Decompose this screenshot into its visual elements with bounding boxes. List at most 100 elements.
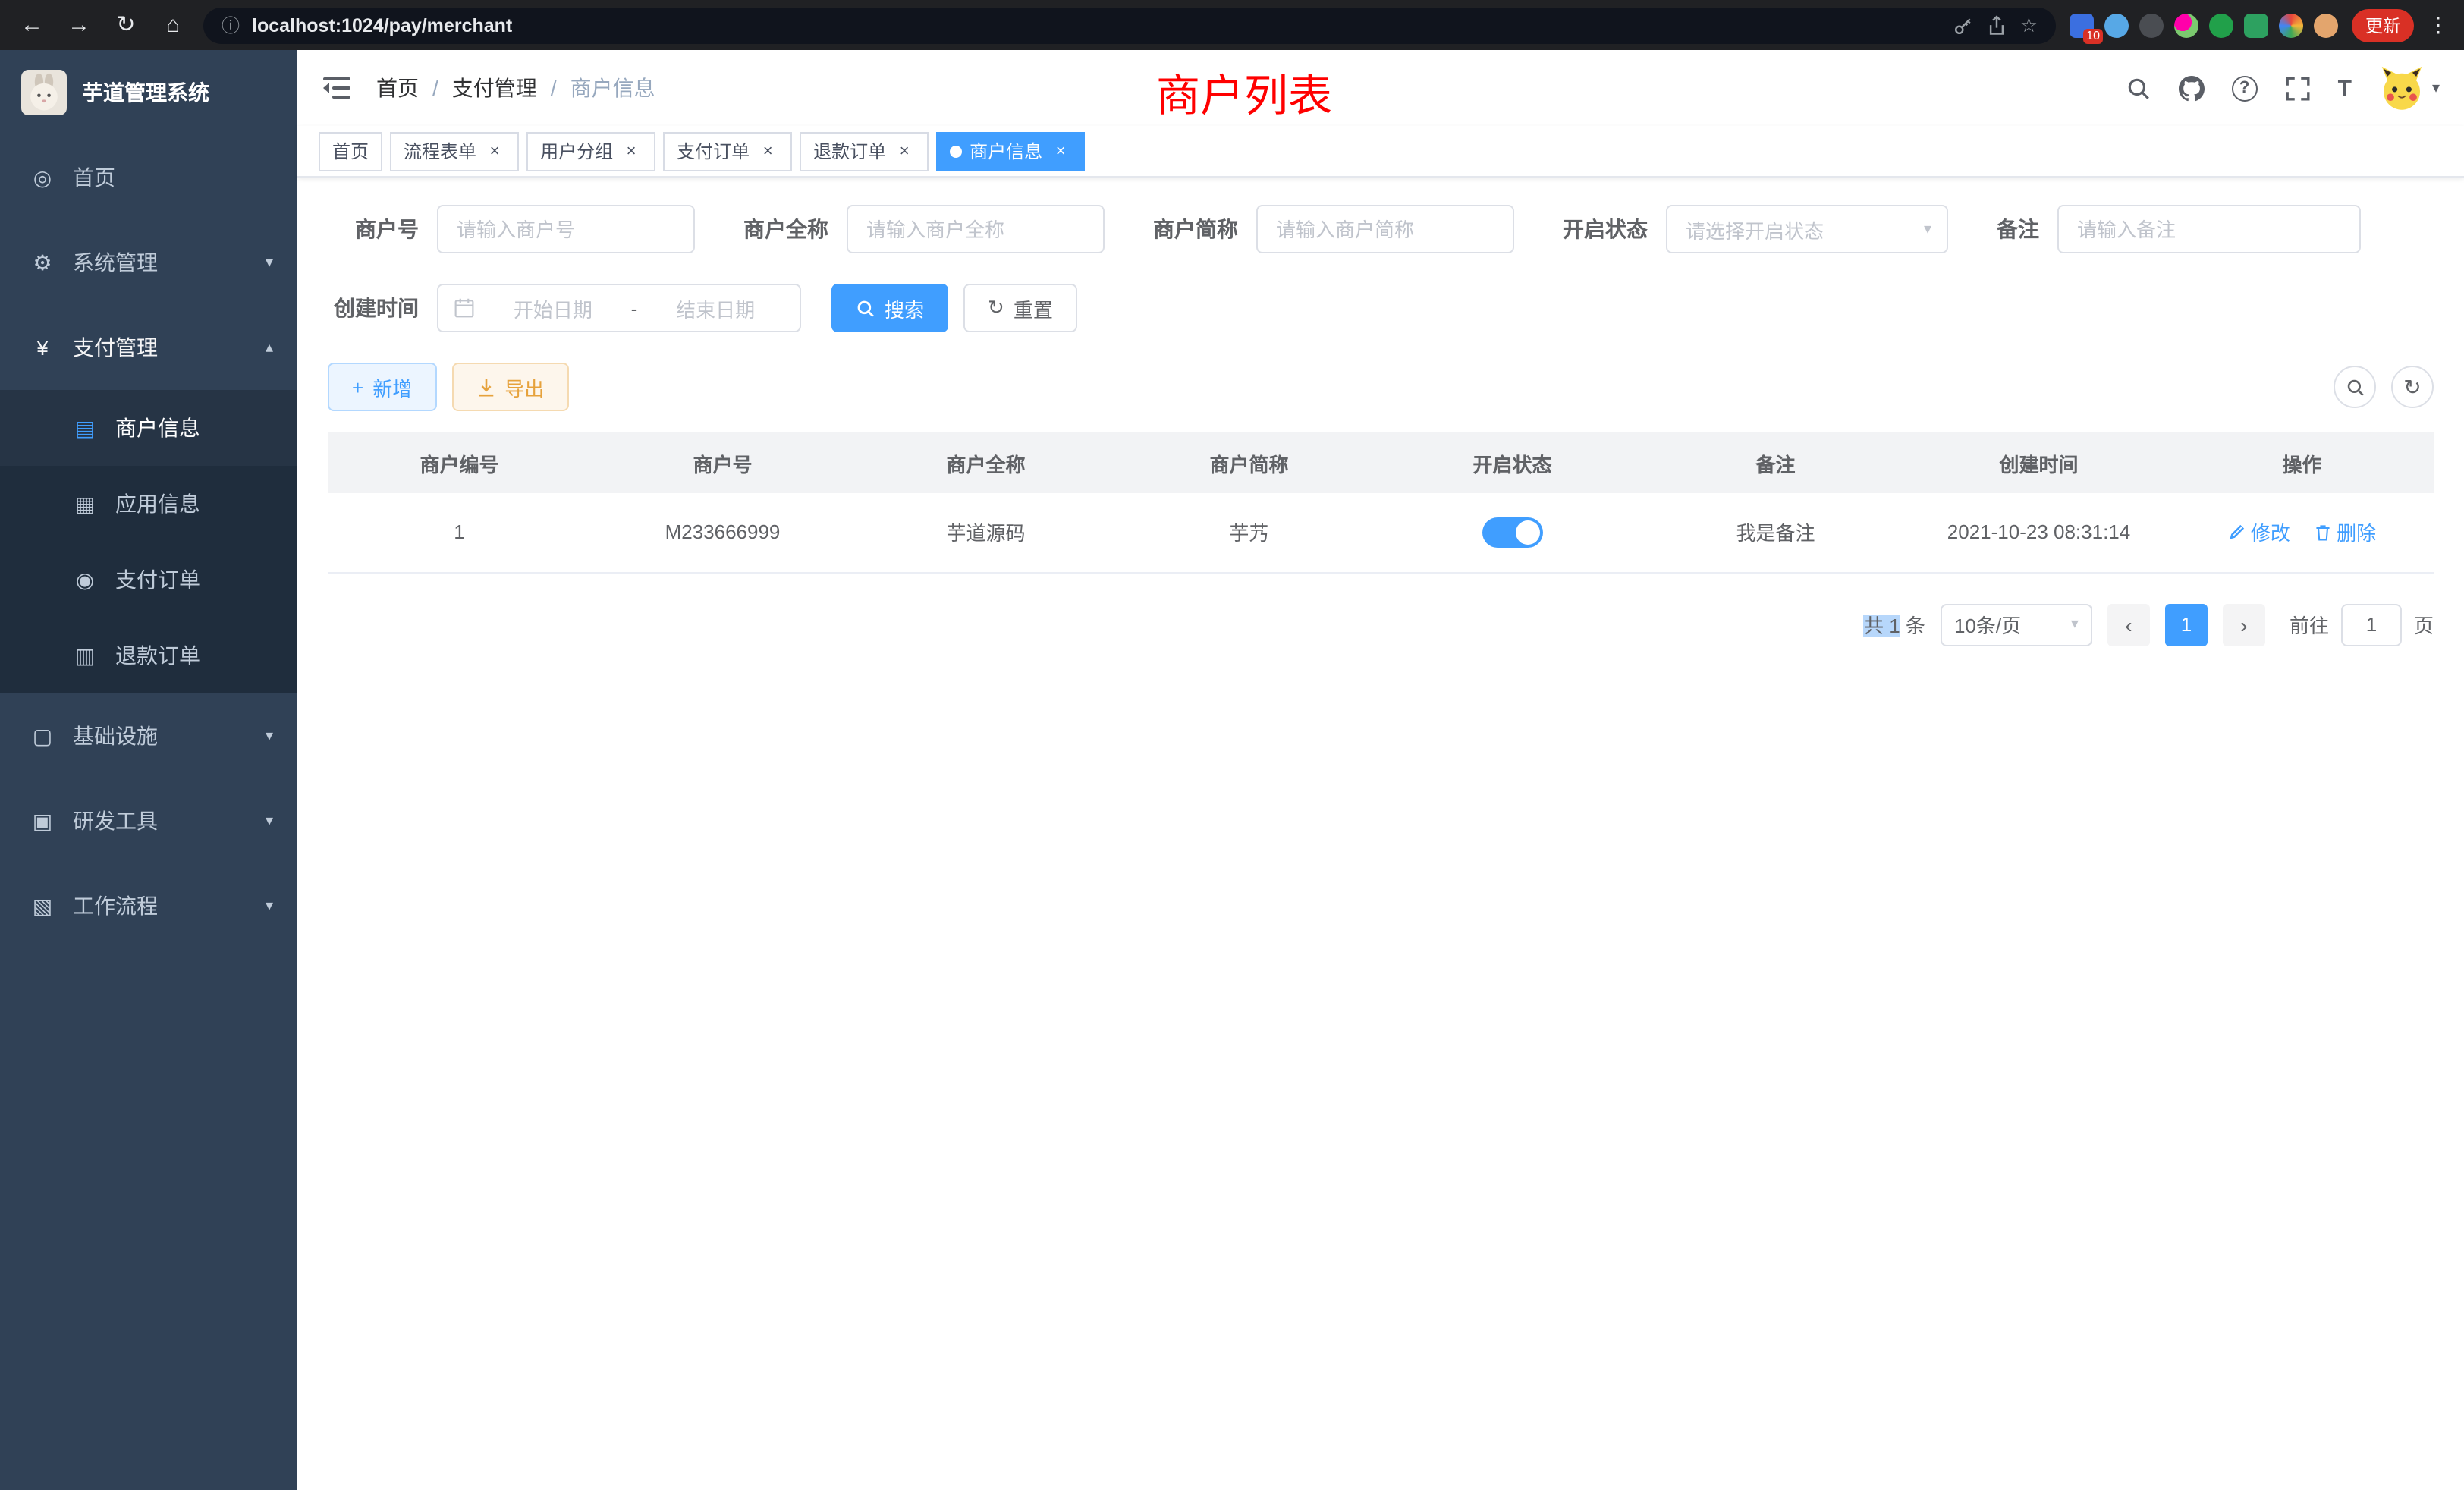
workflow-icon: ▧ bbox=[30, 893, 55, 919]
breadcrumb-separator: / bbox=[551, 76, 557, 100]
filter-full-name: 商户全称 bbox=[743, 205, 1105, 253]
sidebar-item-workflow[interactable]: ▧ 工作流程 ▾ bbox=[0, 863, 297, 948]
hamburger-icon[interactable] bbox=[322, 74, 352, 102]
extension-color-icon[interactable] bbox=[2174, 13, 2198, 37]
col-header-create-time: 创建时间 bbox=[1907, 432, 2170, 493]
sidebar-item-refund-order[interactable]: ▥ 退款订单 bbox=[0, 618, 297, 693]
tab-merchant-info[interactable]: 商户信息 × bbox=[936, 131, 1085, 171]
reset-button-label: 重置 bbox=[1014, 294, 1053, 322]
browser-home-icon[interactable]: ⌂ bbox=[156, 8, 190, 42]
extensions-badge: 10 bbox=[2083, 28, 2103, 43]
next-page-button[interactable]: › bbox=[2223, 603, 2265, 646]
chrome-update-button[interactable]: 更新 bbox=[2352, 8, 2414, 42]
active-dot-icon bbox=[950, 145, 962, 157]
tags-view: 首页 流程表单 × 用户分组 × 支付订单 × 退款订单 × 商户信息 × bbox=[297, 126, 2464, 178]
refresh-table-button[interactable]: ↻ bbox=[2391, 366, 2434, 408]
tab-close-icon[interactable]: × bbox=[621, 142, 642, 160]
tab-process-form[interactable]: 流程表单 × bbox=[390, 131, 519, 171]
share-icon[interactable] bbox=[1987, 14, 2008, 36]
extension-dark-icon[interactable] bbox=[2139, 13, 2164, 37]
sidebar-item-home[interactable]: ◎ 首页 bbox=[0, 135, 297, 220]
sidebar-item-pay-order[interactable]: ◉ 支付订单 bbox=[0, 542, 297, 618]
password-key-icon[interactable] bbox=[1953, 14, 1975, 36]
col-header-merchant-id: 商户编号 bbox=[328, 432, 591, 493]
fullscreen-icon[interactable] bbox=[2285, 75, 2311, 101]
sidebar-item-infrastructure[interactable]: ▢ 基础设施 ▾ bbox=[0, 693, 297, 778]
sidebar-item-label: 退款订单 bbox=[115, 640, 200, 671]
extension-drop-icon[interactable] bbox=[2104, 13, 2129, 37]
bookmark-star-icon[interactable]: ☆ bbox=[2020, 13, 2038, 37]
remark-input[interactable] bbox=[2057, 205, 2361, 253]
prev-page-button[interactable]: ‹ bbox=[2107, 603, 2150, 646]
cell-merchant-no: M233666999 bbox=[591, 493, 854, 572]
page-size-select[interactable]: 10条/页 ▾ bbox=[1941, 603, 2092, 646]
browser-back-icon[interactable]: ← bbox=[15, 8, 49, 42]
col-header-actions: 操作 bbox=[2170, 432, 2434, 493]
extension-green-square-icon[interactable] bbox=[2244, 13, 2268, 37]
tab-close-icon[interactable]: × bbox=[484, 142, 505, 160]
tab-pay-order[interactable]: 支付订单 × bbox=[663, 131, 792, 171]
cell-full-name: 芋道源码 bbox=[854, 493, 1117, 572]
url-text[interactable]: localhost:1024/pay/merchant bbox=[252, 14, 1941, 36]
user-avatar[interactable]: ▾ bbox=[2379, 65, 2440, 111]
extensions-puzzle-icon[interactable]: 10 bbox=[2070, 13, 2094, 37]
help-icon[interactable]: ? bbox=[2232, 75, 2258, 101]
pagination: 共 1 条 10条/页 ▾ ‹ 1 › 前往 页 bbox=[328, 603, 2434, 646]
search-button[interactable]: 搜索 bbox=[831, 284, 948, 332]
add-button[interactable]: + 新增 bbox=[328, 363, 436, 411]
tab-close-icon[interactable]: × bbox=[1050, 142, 1071, 160]
sidebar-item-payment[interactable]: ¥ 支付管理 ▴ bbox=[0, 305, 297, 390]
sidebar-item-label: 支付管理 bbox=[73, 332, 158, 363]
breadcrumb-current: 商户信息 bbox=[570, 73, 655, 103]
export-button[interactable]: 导出 bbox=[451, 363, 568, 411]
remark-label: 备注 bbox=[1997, 214, 2039, 244]
status-toggle[interactable] bbox=[1482, 517, 1543, 548]
browser-forward-icon[interactable]: → bbox=[62, 8, 96, 42]
short-name-input[interactable] bbox=[1256, 205, 1514, 253]
tab-refund-order[interactable]: 退款订单 × bbox=[800, 131, 929, 171]
app-logo[interactable]: 芋道管理系统 bbox=[0, 50, 297, 135]
search-icon[interactable] bbox=[2126, 75, 2151, 101]
font-size-icon[interactable]: T bbox=[2338, 75, 2352, 101]
filter-row-2: 创建时间 开始日期 - 结束日期 搜索 ↻ 重置 bbox=[328, 284, 2434, 332]
sidebar-item-label: 商户信息 bbox=[115, 413, 200, 443]
tab-close-icon[interactable]: × bbox=[757, 142, 778, 160]
toolbox-icon: ▣ bbox=[30, 808, 55, 834]
sidebar-item-label: 工作流程 bbox=[73, 891, 158, 921]
address-bar[interactable]: ⓘ localhost:1024/pay/merchant ☆ bbox=[203, 7, 2056, 43]
browser-reload-icon[interactable]: ↻ bbox=[109, 8, 143, 42]
breadcrumb-payment[interactable]: 支付管理 bbox=[452, 73, 537, 103]
sidebar-item-app-info[interactable]: ▦ 应用信息 bbox=[0, 466, 297, 542]
show-search-toggle-button[interactable] bbox=[2334, 366, 2376, 408]
status-select[interactable]: 请选择开启状态 ▾ bbox=[1666, 205, 1948, 253]
delete-link[interactable]: 删除 bbox=[2314, 518, 2376, 547]
reset-button[interactable]: ↻ 重置 bbox=[963, 284, 1077, 332]
delete-link-label: 删除 bbox=[2337, 518, 2376, 547]
date-range-picker[interactable]: 开始日期 - 结束日期 bbox=[437, 284, 801, 332]
tab-close-icon[interactable]: × bbox=[894, 142, 915, 160]
goto-page: 前往 页 bbox=[2290, 603, 2434, 646]
tab-label: 退款订单 bbox=[813, 138, 886, 164]
sidebar-item-label: 支付订单 bbox=[115, 564, 200, 595]
sidebar-item-system[interactable]: ⚙ 系统管理 ▾ bbox=[0, 220, 297, 305]
goto-page-input[interactable] bbox=[2341, 603, 2402, 646]
short-name-label: 商户简称 bbox=[1153, 214, 1238, 244]
filter-merchant-no: 商户号 bbox=[328, 205, 695, 253]
sidebar-item-dev-tools[interactable]: ▣ 研发工具 ▾ bbox=[0, 778, 297, 863]
github-icon[interactable] bbox=[2179, 75, 2205, 101]
merchant-no-input[interactable] bbox=[437, 205, 695, 253]
breadcrumb-home[interactable]: 首页 bbox=[376, 73, 419, 103]
browser-menu-icon[interactable]: ⋮ bbox=[2428, 12, 2449, 38]
profile-avatar-icon[interactable] bbox=[2314, 13, 2338, 37]
page-1-button[interactable]: 1 bbox=[2165, 603, 2208, 646]
full-name-input[interactable] bbox=[847, 205, 1105, 253]
extension-pinwheel-icon[interactable] bbox=[2279, 13, 2303, 37]
tab-user-group[interactable]: 用户分组 × bbox=[526, 131, 655, 171]
merchant-card-icon: ▤ bbox=[73, 415, 97, 441]
site-info-icon[interactable]: ⓘ bbox=[222, 12, 240, 38]
cell-short-name: 芋艿 bbox=[1117, 493, 1381, 572]
tab-home[interactable]: 首页 bbox=[319, 131, 382, 171]
extension-green-circle-icon[interactable] bbox=[2209, 13, 2233, 37]
edit-link[interactable]: 修改 bbox=[2228, 518, 2290, 547]
sidebar-item-merchant-info[interactable]: ▤ 商户信息 bbox=[0, 390, 297, 466]
